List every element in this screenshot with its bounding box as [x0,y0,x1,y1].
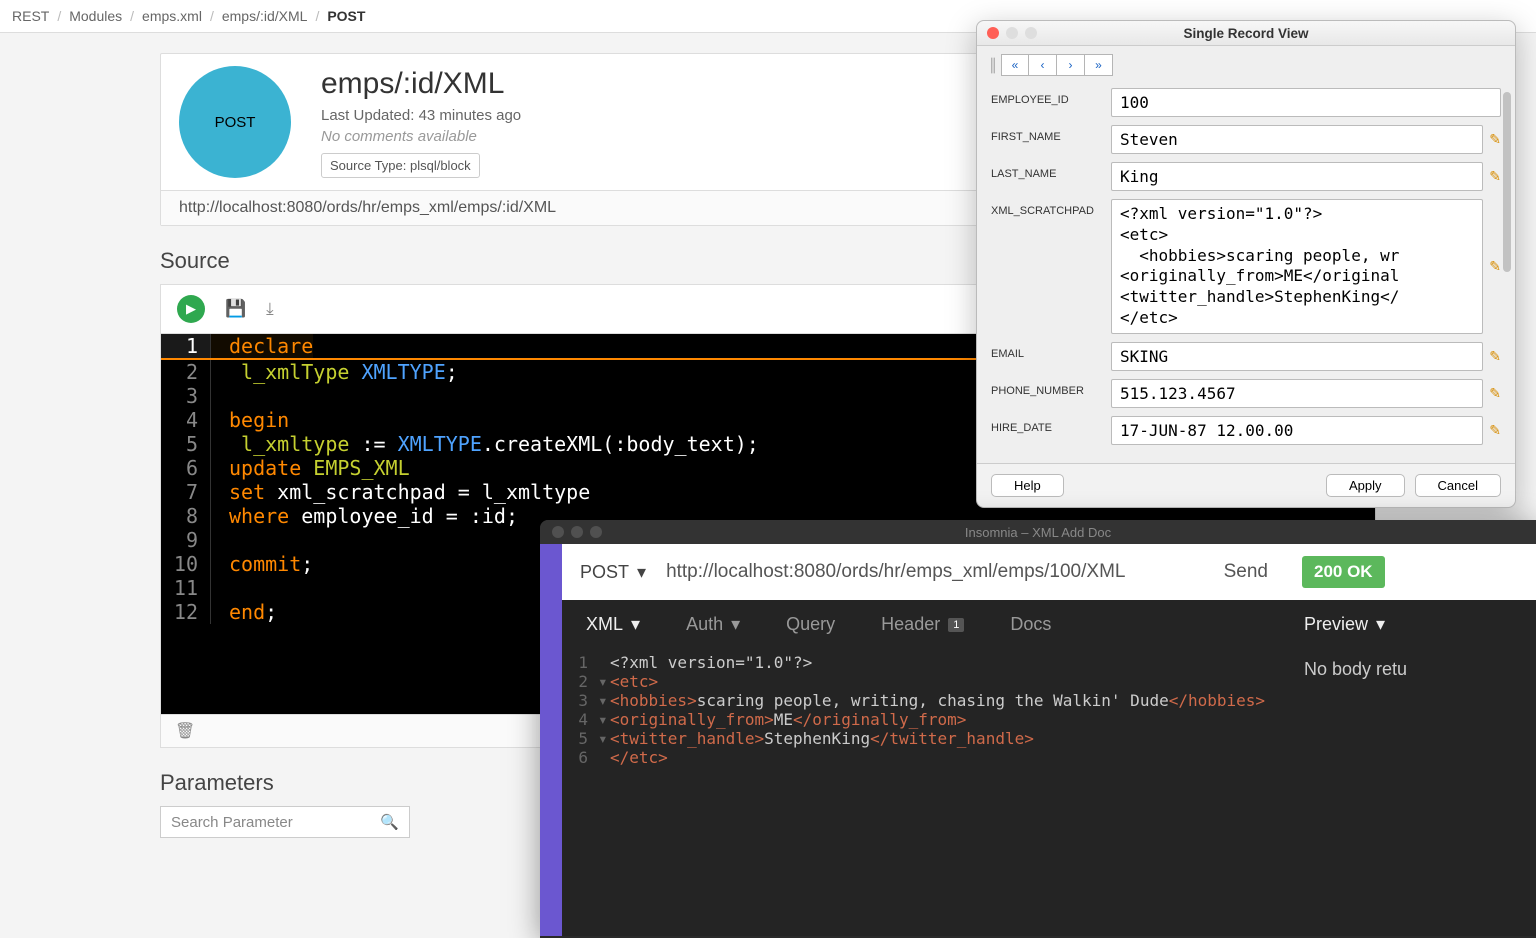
single-record-view-window: Single Record View ∥ « ‹ › » EMPLOYEE_ID… [976,20,1516,508]
label-phone-number: PHONE_NUMBER [991,379,1111,397]
tab-preview[interactable]: Preview [1304,614,1368,635]
method-badge: POST [179,66,291,178]
tab-auth[interactable]: Auth ▾ [686,614,740,635]
crumb-emps-xml[interactable]: emps.xml [142,8,202,24]
label-xml-scratchpad: XML_SCRATCHPAD [991,199,1111,217]
page-title: emps/:id/XML [321,67,521,101]
maximize-window-icon[interactable] [1025,27,1037,39]
status-badge: 200 OK [1302,556,1385,588]
request-body-editor[interactable]: 1 <?xml version="1.0"?> 2▾<etc> 3▾ <hobb… [562,649,1286,936]
edit-icon[interactable]: ✎ [1489,131,1501,148]
header-count-badge: 1 [948,618,964,632]
crumb-post: POST [327,8,365,24]
first-record-button[interactable]: « [1001,54,1029,76]
edit-icon[interactable]: ✎ [1489,168,1501,185]
insomnia-window: Insomnia – XML Add Doc POST▾ http://loca… [540,520,1536,938]
tab-query[interactable]: Query [786,614,835,635]
insomnia-urlbar: POST▾ http://localhost:8080/ords/hr/emps… [562,544,1286,600]
url-input[interactable]: http://localhost:8080/ords/hr/emps_xml/e… [666,561,1204,583]
maximize-window-icon[interactable] [590,526,602,538]
edit-icon[interactable]: ✎ [1489,258,1501,275]
crumb-emps-id-xml[interactable]: emps/:id/XML [222,8,308,24]
download-icon[interactable]: ⤓ [266,299,274,319]
field-first-name[interactable]: Steven [1111,125,1483,154]
field-email[interactable]: SKING [1111,342,1483,371]
send-button[interactable]: Send [1224,561,1268,583]
tab-header[interactable]: Header 1 [881,614,964,635]
label-email: EMAIL [991,342,1111,360]
edit-icon[interactable]: ✎ [1489,422,1501,439]
crumb-modules[interactable]: Modules [69,8,122,24]
edit-icon[interactable]: ✎ [1489,385,1501,402]
next-record-button[interactable]: › [1057,54,1085,76]
crumb-rest[interactable]: REST [12,8,49,24]
record-nav: ∥ « ‹ › » [977,46,1515,84]
record-titlebar[interactable]: Single Record View [977,21,1515,46]
record-window-title: Single Record View [977,26,1515,41]
insomnia-sidebar-accent [540,544,562,936]
last-record-button[interactable]: » [1085,54,1113,76]
close-window-icon[interactable] [552,526,564,538]
response-panel: 200 OK Preview ▾ No body retu [1286,544,1536,936]
chevron-down-icon: ▾ [631,614,640,635]
apply-button[interactable]: Apply [1326,474,1405,497]
search-parameter-input[interactable]: Search Parameter 🔍 [160,806,410,838]
minimize-window-icon[interactable] [1006,27,1018,39]
field-phone-number[interactable]: 515.123.4567 [1111,379,1483,408]
response-body: No body retu [1286,649,1536,690]
edit-icon[interactable]: ✎ [1489,348,1501,365]
label-employee-id: EMPLOYEE_ID [991,88,1111,106]
request-tabs: XML ▾ Auth ▾ Query Header 1 Docs [562,600,1286,649]
trash-icon[interactable]: 🗑 [175,723,195,740]
scrollbar[interactable] [1503,92,1511,272]
run-button[interactable]: ▶ [177,295,205,323]
cancel-button[interactable]: Cancel [1415,474,1501,497]
save-icon[interactable]: 💾 [225,299,246,319]
label-last-name: LAST_NAME [991,162,1111,180]
tab-body[interactable]: XML ▾ [586,614,640,635]
minimize-window-icon[interactable] [571,526,583,538]
field-hire-date[interactable]: 17-JUN-87 12.00.00 [1111,416,1483,445]
method-dropdown[interactable]: POST▾ [580,562,646,583]
source-type-badge: Source Type: plsql/block [321,153,480,178]
search-icon: 🔍 [380,813,399,831]
prev-record-button[interactable]: ‹ [1029,54,1057,76]
help-button[interactable]: Help [991,474,1064,497]
insomnia-window-title: Insomnia – XML Add Doc [540,525,1536,540]
chevron-down-icon: ▾ [1376,614,1385,635]
label-first-name: FIRST_NAME [991,125,1111,143]
last-updated: Last Updated: 43 minutes ago [321,107,521,124]
field-employee-id[interactable]: 100 [1111,88,1501,117]
chevron-down-icon: ▾ [637,562,646,583]
field-xml-scratchpad[interactable]: <?xml version="1.0"?> <etc> <hobbies>sca… [1111,199,1483,334]
tab-docs[interactable]: Docs [1010,614,1051,635]
no-comments: No comments available [321,128,521,145]
label-hire-date: HIRE_DATE [991,416,1111,434]
close-window-icon[interactable] [987,27,999,39]
insomnia-titlebar[interactable]: Insomnia – XML Add Doc [540,520,1536,544]
chevron-down-icon: ▾ [731,614,740,635]
field-last-name[interactable]: King [1111,162,1483,191]
